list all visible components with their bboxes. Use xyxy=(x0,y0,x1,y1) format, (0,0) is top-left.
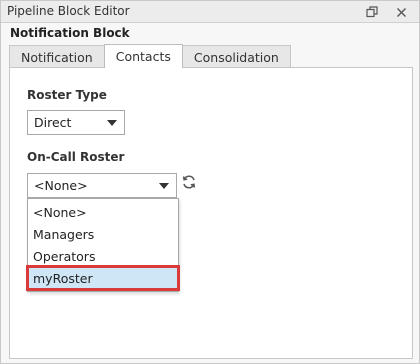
dropdown-option-none[interactable]: <None> xyxy=(28,201,178,223)
roster-type-label: Roster Type xyxy=(27,88,107,102)
restore-window-icon[interactable] xyxy=(363,3,381,21)
section-header: Notification Block xyxy=(10,26,130,40)
on-call-roster-label: On-Call Roster xyxy=(27,150,125,164)
dropdown-option-managers[interactable]: Managers xyxy=(28,223,178,245)
dropdown-option-myroster-label: myRoster xyxy=(33,270,93,286)
dropdown-option-myroster[interactable]: myRoster xyxy=(26,265,180,291)
tab-consolidation[interactable]: Consolidation xyxy=(181,45,291,68)
refresh-icon[interactable] xyxy=(181,174,199,192)
window-title: Pipeline Block Editor xyxy=(7,4,130,18)
chevron-down-icon xyxy=(159,183,169,189)
tab-bar: Notification Contacts Consolidation xyxy=(9,44,413,68)
contacts-panel: Roster Type Direct On-Call Roster <None>… xyxy=(9,67,413,359)
close-icon[interactable] xyxy=(392,3,410,21)
tab-notification[interactable]: Notification xyxy=(9,45,105,68)
on-call-roster-dropdown: <None> Managers Operators myRoster xyxy=(26,198,180,292)
chevron-down-icon xyxy=(107,120,117,126)
roster-type-value: Direct xyxy=(34,115,72,130)
dropdown-option-operators[interactable]: Operators xyxy=(28,245,178,267)
on-call-roster-select[interactable]: <None> xyxy=(27,173,177,198)
tab-contacts[interactable]: Contacts xyxy=(103,44,183,68)
title-bar: Pipeline Block Editor xyxy=(1,1,419,23)
pipeline-block-editor-window: Pipeline Block Editor Notification Block… xyxy=(0,0,420,364)
roster-type-select[interactable]: Direct xyxy=(27,110,125,135)
on-call-roster-value: <None> xyxy=(34,178,88,193)
